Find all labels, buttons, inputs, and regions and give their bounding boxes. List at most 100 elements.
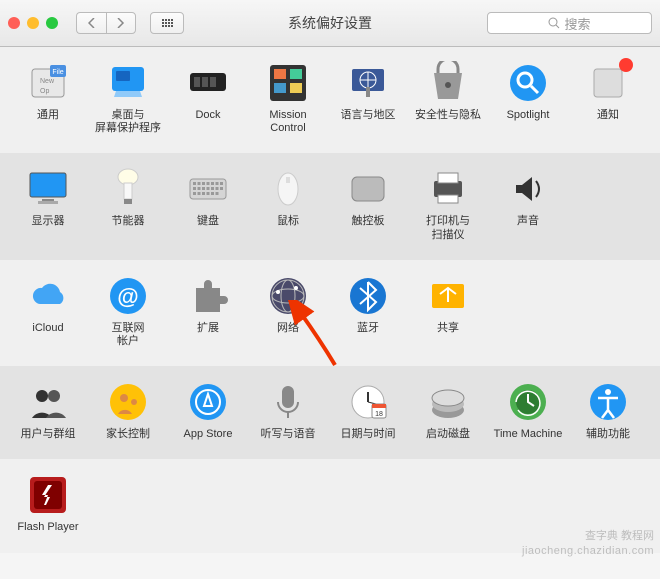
prefs-row-1: 显示器 节能器键盘 鼠标 触控板 打印机与 扫描仪声音 [0,153,660,259]
trackpad-label: 触控板 [352,215,385,228]
desktop-icon [106,61,150,105]
nav-buttons [76,12,136,34]
pref-icloud[interactable]: iCloud [8,274,88,348]
spotlight-label: Spotlight [507,109,550,122]
parental-label: 家长控制 [106,428,150,441]
accessibility-icon [586,380,630,424]
pref-users[interactable]: 用户与群组 [8,380,88,441]
flash-label: Flash Player [17,521,78,534]
pref-general[interactable]: File New Op 通用 [8,61,88,135]
dictation-label: 听写与语音 [261,428,316,441]
watermark-line2: jiaocheng.chazidian.com [522,545,654,557]
startup-icon [426,380,470,424]
pref-parental[interactable]: 家长控制 [88,380,168,441]
pref-trackpad[interactable]: 触控板 [328,167,408,241]
appstore-label: App Store [184,428,233,441]
appstore-icon [186,380,230,424]
pref-language[interactable]: 语言与地区 [328,61,408,135]
pref-energy[interactable]: 节能器 [88,167,168,241]
keyboard-label: 键盘 [197,215,219,228]
general-icon: File New Op [26,61,70,105]
pref-sharing[interactable]: 共享 [408,274,488,348]
accessibility-label: 辅助功能 [586,428,630,441]
pref-flash[interactable]: Flash Player [8,473,88,534]
extensions-icon [186,274,230,318]
notifications-label: 通知 [597,109,619,122]
pref-extensions[interactable]: 扩展 [168,274,248,348]
spotlight-icon [506,61,550,105]
search-placeholder: 搜索 [564,14,590,33]
parental-icon [106,380,150,424]
timemachine-label: Time Machine [494,428,563,441]
grid-icon [162,19,173,27]
pref-accessibility[interactable]: 辅助功能 [568,380,648,441]
security-label: 安全性与隐私 [415,109,481,122]
keyboard-icon [186,167,230,211]
svg-text:New: New [40,78,55,85]
notifications-icon [586,61,630,105]
traffic-lights [8,17,58,29]
general-label: 通用 [37,109,59,122]
dictation-icon [266,380,310,424]
pref-mouse[interactable]: 鼠标 [248,167,328,241]
pref-notifications[interactable]: 通知 [568,61,648,135]
energy-icon [106,167,150,211]
pref-internet[interactable]: @ 互联网 帐户 [88,274,168,348]
mission-icon [266,61,310,105]
flash-icon [26,473,70,517]
svg-text:@: @ [117,284,138,309]
internet-icon: @ [106,274,150,318]
pref-dock[interactable]: Dock [168,61,248,135]
minimize-dot[interactable] [27,17,39,29]
printers-icon [426,167,470,211]
extensions-label: 扩展 [197,322,219,335]
icloud-icon [26,274,70,318]
pref-printers[interactable]: 打印机与 扫描仪 [408,167,488,241]
pref-dictation[interactable]: 听写与语音 [248,380,328,441]
displays-label: 显示器 [32,215,65,228]
back-button[interactable] [76,12,106,34]
prefs-row-3: 用户与群组 家长控制 App Store 听写与语音 18 日期与时间 启动磁盘 Time M… [0,366,660,459]
dock-icon [186,61,230,105]
datetime-icon: 18 [346,380,390,424]
pref-sound[interactable]: 声音 [488,167,568,241]
language-icon [346,61,390,105]
close-dot[interactable] [8,17,20,29]
startup-label: 启动磁盘 [426,428,470,441]
zoom-dot[interactable] [46,17,58,29]
icloud-label: iCloud [32,322,63,335]
internet-label: 互联网 帐户 [112,322,145,348]
prefs-row-0: File New Op 通用 桌面与 屏幕保护程序 Dock Mission Control… [0,47,660,153]
search-field[interactable]: 搜索 [487,12,652,34]
printers-label: 打印机与 扫描仪 [426,215,470,241]
users-label: 用户与群组 [21,428,76,441]
pref-datetime[interactable]: 18 日期与时间 [328,380,408,441]
annotation-arrow [280,300,360,380]
pref-mission[interactable]: Mission Control [248,61,328,135]
svg-text:File: File [52,69,63,76]
desktop-label: 桌面与 屏幕保护程序 [95,109,161,135]
svg-text:Op: Op [40,88,49,95]
forward-button[interactable] [106,12,136,34]
dock-label: Dock [195,109,220,122]
pref-timemachine[interactable]: Time Machine [488,380,568,441]
pref-appstore[interactable]: App Store [168,380,248,441]
prefs-row-4: Flash Player [0,459,660,552]
sharing-icon [426,274,470,318]
show-all-button[interactable] [150,12,184,34]
pref-startup[interactable]: 启动磁盘 [408,380,488,441]
pref-keyboard[interactable]: 键盘 [168,167,248,241]
svg-text:18: 18 [375,411,383,418]
sound-icon [506,167,550,211]
pref-desktop[interactable]: 桌面与 屏幕保护程序 [88,61,168,135]
datetime-label: 日期与时间 [341,428,396,441]
window-title: 系统偏好设置 [288,13,372,33]
language-label: 语言与地区 [341,109,396,122]
sharing-label: 共享 [437,322,459,335]
trackpad-icon [346,167,390,211]
pref-spotlight[interactable]: Spotlight [488,61,568,135]
pref-displays[interactable]: 显示器 [8,167,88,241]
users-icon [26,380,70,424]
mouse-label: 鼠标 [277,215,299,228]
pref-security[interactable]: 安全性与隐私 [408,61,488,135]
